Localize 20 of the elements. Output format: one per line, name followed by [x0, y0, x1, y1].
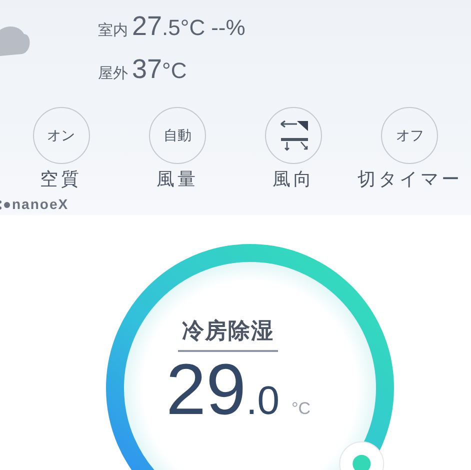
mode-label[interactable]: 冷房除湿 [178, 314, 278, 352]
setting-button[interactable]: オン [32, 107, 90, 164]
setting-label: 風向 [272, 168, 315, 191]
dial-thumb[interactable] [339, 441, 384, 470]
temperature-unit: °C [291, 398, 311, 420]
indoor-label: 室内 [98, 21, 128, 41]
setting-button[interactable]: 自動 [148, 107, 206, 164]
brand-logo: nanoeX [12, 195, 69, 214]
set-temperature: 29.0 [166, 354, 280, 426]
indoor-temperature: 27.5°C [132, 10, 206, 43]
outdoor-temperature: 37°C [132, 52, 187, 86]
setting-label: 切タイマー [357, 168, 462, 191]
setting-label: 風量 [156, 168, 198, 191]
indoor-humidity: --% [211, 14, 246, 42]
setting-label: 空質 [40, 168, 82, 191]
airflow-direction-button[interactable] [265, 107, 322, 164]
dots-icon [0, 200, 11, 210]
outdoor-label: 屋外 [98, 64, 128, 84]
cloud-icon [0, 24, 32, 58]
setting-button[interactable]: オフ [381, 107, 438, 164]
